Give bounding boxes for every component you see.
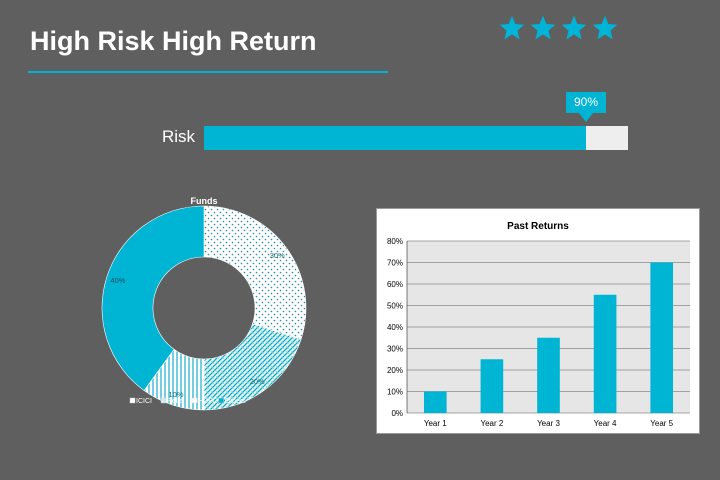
donut-slice-icici [203,205,307,340]
risk-label: Risk [162,127,196,146]
past-returns-bar-chart: Past Returns 0%10%20%30%40%50%60%70%80% … [387,221,690,428]
y-tick-label: 10% [387,388,403,397]
donut-data-label: 30% [270,251,285,260]
legend-swatch [160,397,167,404]
donut-slice-reliance [203,323,302,411]
bar-year-2 [480,359,504,413]
risk-bar-fill [204,126,586,150]
star-icon [592,15,618,40]
star-icon [499,15,525,40]
risk-pointer-arrow [579,113,593,122]
donut-data-label: 40% [110,276,125,285]
star-rating [498,14,619,42]
legend-label: HDFC [198,398,217,405]
legend-swatch [218,397,225,404]
bar-year-1 [423,391,447,413]
y-tick-label: 20% [387,366,403,375]
page-title: High Risk High Return [30,26,317,56]
x-tick-label: Year 5 [650,419,673,428]
legend-label: Others [225,398,247,405]
x-tick-label: Year 2 [480,419,503,428]
legend-label: Relia [167,398,183,405]
risk-value-callout: 90% [566,92,606,113]
y-tick-label: 50% [387,302,403,311]
legend-label: ICICI [136,398,152,405]
y-tick-label: 60% [387,280,403,289]
y-tick-label: 40% [387,323,403,332]
y-tick-label: 30% [387,345,403,354]
legend-swatch [129,397,136,404]
funds-donut-chart: Funds 30%20%10%40% ICICI Relia HDFC Others [101,196,307,411]
bar-year-5 [650,262,674,413]
bar-year-3 [537,337,560,413]
legend-swatch [191,397,198,404]
star-icon [561,15,587,40]
title-underline [28,71,388,73]
star-icon [530,15,556,40]
x-tick-label: Year 1 [424,419,447,428]
y-tick-label: 80% [387,237,403,246]
y-tick-label: 70% [387,259,403,268]
x-tick-label: Year 3 [537,419,560,428]
bar-chart-title: Past Returns [507,221,569,232]
x-tick-label: Year 4 [594,419,617,428]
bar-year-4 [593,294,617,413]
risk-bar-track [204,126,628,150]
donut-title: Funds [191,196,218,206]
y-tick-label: 0% [391,409,403,418]
donut-data-label: 20% [250,377,265,386]
past-returns-panel: Past Returns 0% 10% 20% 30% 40% 50% 60% 70% 80% … [376,208,700,434]
